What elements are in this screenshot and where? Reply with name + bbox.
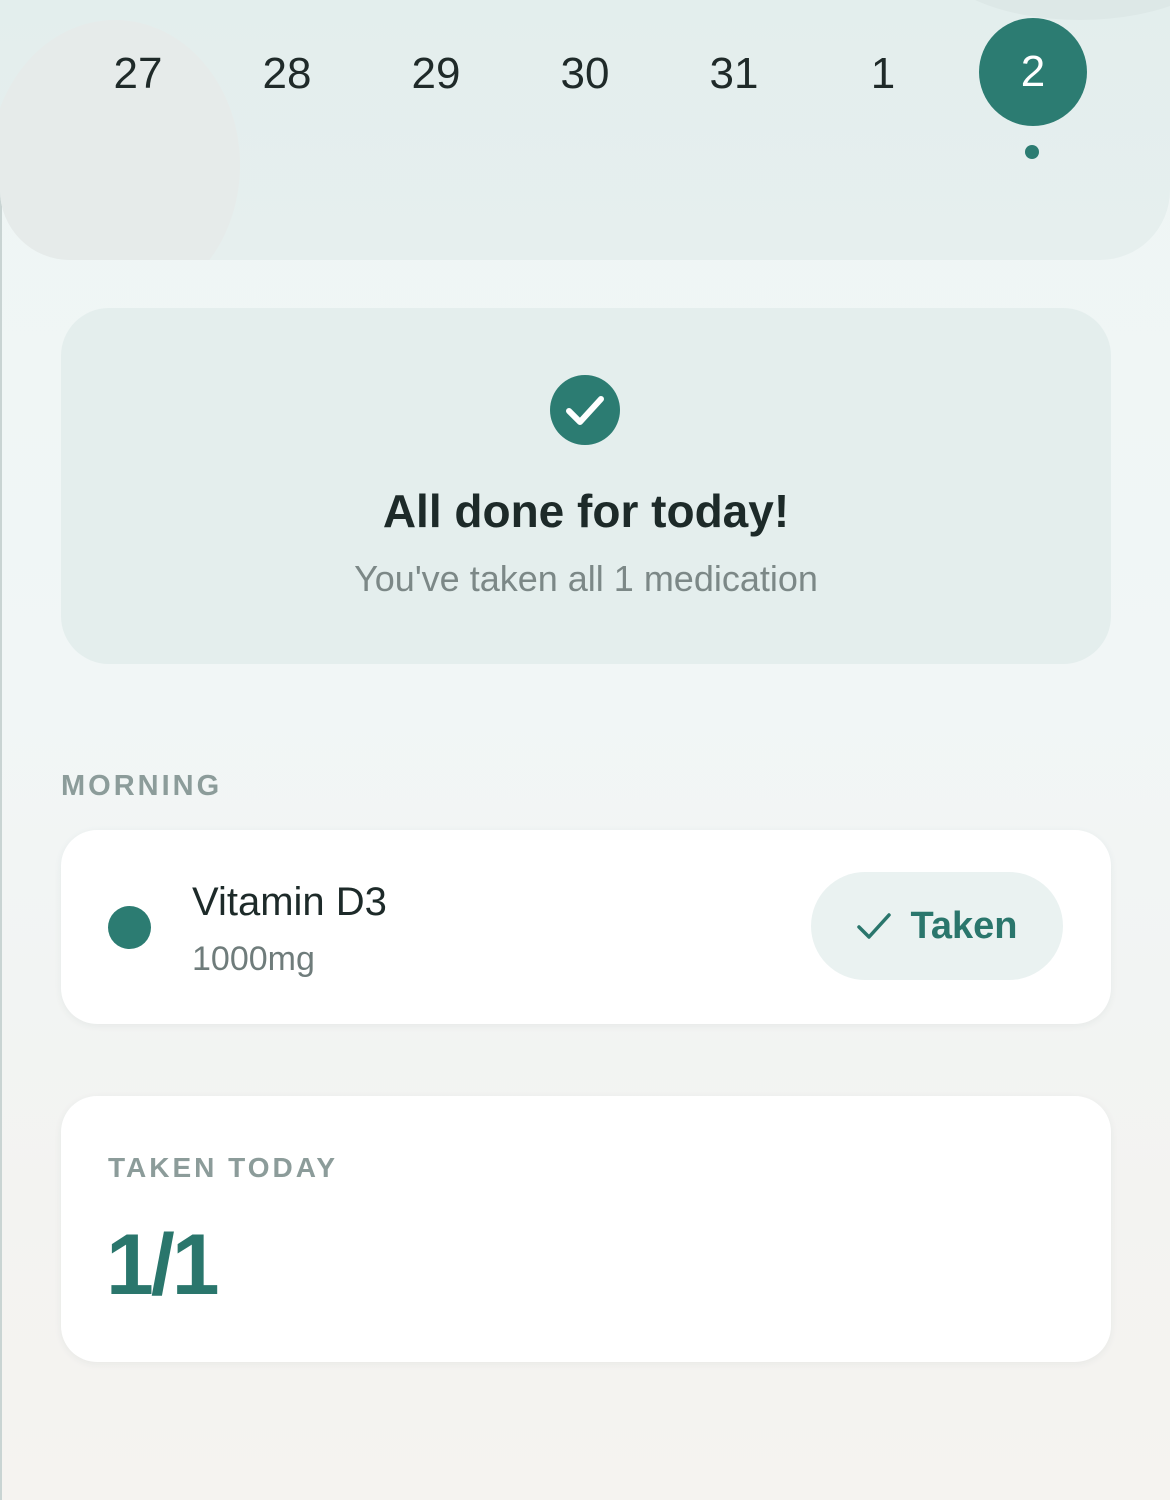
taken-button[interactable]: Taken	[811, 872, 1063, 980]
today-indicator-dot	[1025, 145, 1039, 159]
date-item-1[interactable]: 1	[829, 22, 937, 126]
taken-today-value: 1/1	[106, 1217, 220, 1313]
date-item-selected[interactable]: 2	[979, 18, 1087, 126]
date-item-27[interactable]: 27	[84, 22, 192, 126]
section-label-morning: MORNING	[61, 770, 223, 802]
date-item-29[interactable]: 29	[382, 22, 490, 126]
check-circle-icon	[550, 375, 620, 445]
done-subtitle: You've taken all 1 medication	[354, 558, 818, 599]
color-dot-icon	[108, 906, 151, 949]
date-strip: 27 28 29 30 31 1 2	[0, 0, 1170, 260]
date-item-28[interactable]: 28	[233, 22, 341, 126]
date-item-31[interactable]: 31	[680, 22, 788, 126]
medication-name: Vitamin D3	[192, 880, 387, 924]
date-item-30[interactable]: 30	[531, 22, 639, 126]
medication-card[interactable]: Vitamin D3 1000mg Taken	[61, 830, 1111, 1024]
taken-today-card: TAKEN TODAY 1/1	[61, 1096, 1111, 1362]
decorative-circle	[930, 0, 1170, 20]
taken-today-label: TAKEN TODAY	[108, 1152, 339, 1183]
all-done-card: All done for today! You've taken all 1 m…	[61, 308, 1111, 664]
taken-label: Taken	[910, 904, 1018, 947]
medication-dose: 1000mg	[192, 940, 315, 978]
done-title: All done for today!	[382, 485, 790, 537]
checkmark-icon	[857, 913, 892, 939]
